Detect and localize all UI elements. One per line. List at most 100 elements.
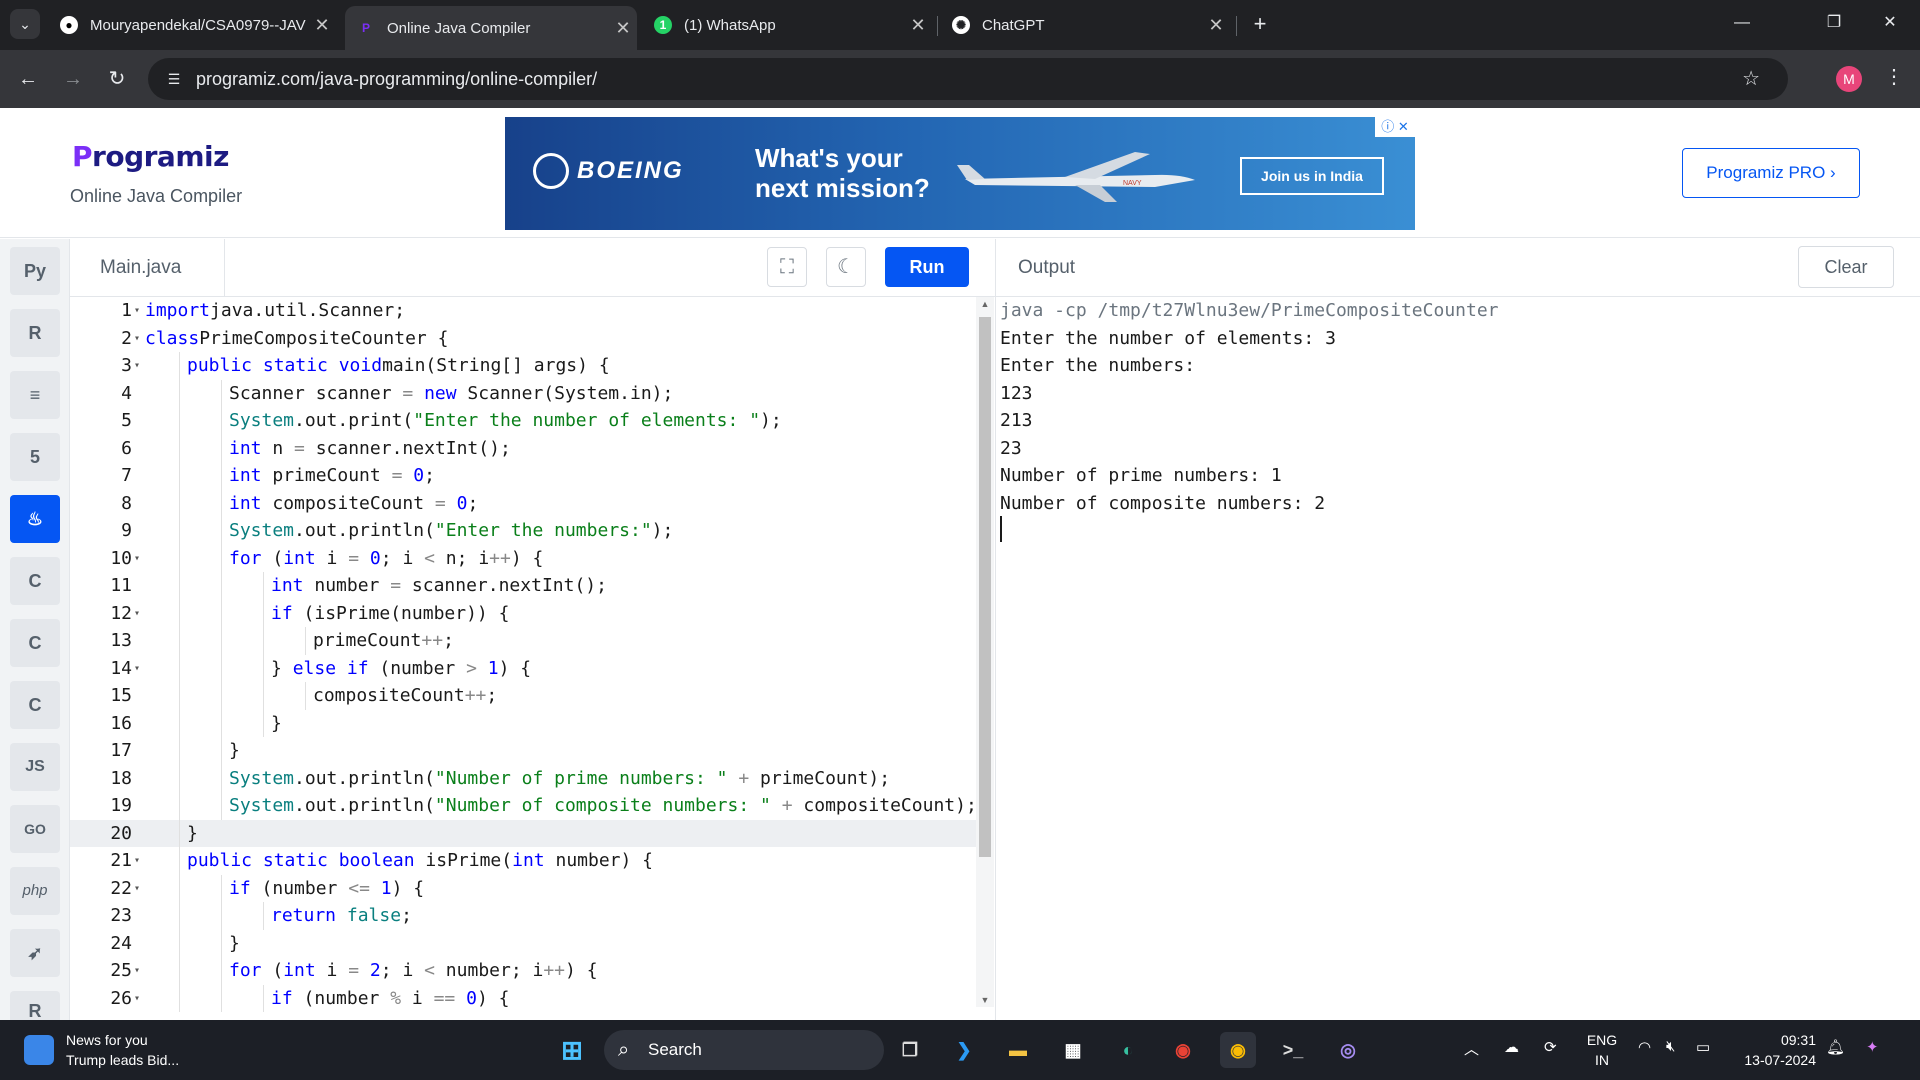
fullscreen-icon[interactable]: ⛶: [767, 247, 807, 287]
scroll-up-arrow-icon[interactable]: ▲: [979, 299, 991, 309]
code-line[interactable]: 26 ▾ if (number % i == 0) {: [70, 984, 976, 1013]
moon-icon[interactable]: ☾: [826, 247, 866, 287]
programiz-logo[interactable]: Programiz: [72, 140, 229, 173]
fold-arrow-icon[interactable]: ▾: [134, 847, 146, 875]
browser-menu-kebab-icon[interactable]: ⋮: [1884, 64, 1904, 89]
restore-icon[interactable]: ❐: [1814, 8, 1854, 38]
terminal-icon[interactable]: >_: [1275, 1032, 1311, 1068]
file-explorer-icon[interactable]: ▬: [1000, 1032, 1036, 1068]
code-line[interactable]: 25 ▾ for (int i = 2; i < number; i++) {: [70, 957, 976, 985]
notification-bell-icon[interactable]: 🔔︎: [1826, 1038, 1845, 1056]
sync-icon[interactable]: ⟳: [1544, 1038, 1557, 1056]
tray-chevron-up-icon[interactable]: ︿: [1464, 1038, 1479, 1059]
close-tab-icon[interactable]: ✕: [904, 15, 932, 36]
forward-arrow-icon[interactable]: →: [58, 64, 88, 94]
file-tab-main-java[interactable]: Main.java: [70, 239, 225, 297]
task-view-icon[interactable]: ❐: [892, 1032, 928, 1068]
rust-icon[interactable]: R: [10, 991, 60, 1021]
programiz-pro-button[interactable]: Programiz PRO ›: [1682, 148, 1860, 198]
code-line[interactable]: 9 System.out.println("Enter the numbers:"…: [70, 517, 976, 545]
c-icon[interactable]: C: [10, 557, 60, 605]
run-button[interactable]: Run: [885, 247, 969, 287]
fold-arrow-icon[interactable]: ▾: [134, 655, 146, 683]
r-icon[interactable]: R: [10, 309, 60, 357]
scroll-down-arrow-icon[interactable]: ▼: [979, 995, 991, 1005]
battery-icon[interactable]: ▭: [1696, 1038, 1710, 1056]
pane-divider[interactable]: [995, 239, 996, 1020]
fold-arrow-icon[interactable]: ▾: [134, 957, 146, 985]
go-icon[interactable]: GO: [10, 805, 60, 853]
code-line[interactable]: 11 int number = scanner.nextInt();: [70, 572, 976, 600]
code-line[interactable]: 23 return false;: [70, 902, 976, 930]
onedrive-icon[interactable]: ☁: [1504, 1038, 1519, 1056]
fold-arrow-icon[interactable]: ▾: [134, 352, 146, 380]
php-icon[interactable]: php: [10, 867, 60, 915]
code-line[interactable]: 24}: [70, 929, 976, 957]
windows-start-icon[interactable]: ⊞: [554, 1032, 590, 1068]
language-indicator[interactable]: ENG IN: [1584, 1030, 1620, 1070]
code-line[interactable]: 3 ▾ public static voidmain(String[] args) …: [70, 352, 976, 380]
java-icon[interactable]: ♨: [10, 495, 60, 543]
new-tab-plus-icon[interactable]: +: [1245, 10, 1275, 40]
speaker-muted-icon[interactable]: 🔇︎: [1666, 1038, 1675, 1055]
output-console[interactable]: java -cp /tmp/t27Wlnu3ew/PrimeCompositeC…: [1000, 297, 1910, 1017]
bookmark-star-icon[interactable]: ☆: [1742, 66, 1760, 91]
code-line[interactable]: 8 int compositeCount = 0;: [70, 489, 976, 517]
fold-arrow-icon[interactable]: ▾: [134, 875, 146, 903]
code-editor[interactable]: 1 ▾ importjava.util.Scanner; 2 ▾ classPrimeCo…: [70, 297, 976, 1020]
fold-arrow-icon[interactable]: ▾: [134, 545, 146, 573]
back-arrow-icon[interactable]: ←: [13, 64, 43, 94]
cpp-icon[interactable]: C: [10, 619, 60, 667]
boeing-ad-banner[interactable]: BOEING What's your next mission? NAVY Jo…: [505, 117, 1415, 230]
scrollbar-thumb[interactable]: [979, 317, 991, 857]
chrome-profile-icon[interactable]: ◉: [1220, 1032, 1256, 1068]
tab-whatsapp[interactable]: 1 (1) WhatsApp ✕: [642, 6, 932, 44]
close-tab-icon[interactable]: ✕: [308, 15, 336, 36]
adchoices-icon[interactable]: ⓘ ✕: [1375, 117, 1415, 137]
fold-arrow-icon[interactable]: ▾: [134, 600, 146, 628]
edge-icon[interactable]: ◐: [1110, 1032, 1146, 1068]
code-line[interactable]: 12 ▾ if (isPrime(number)) {: [70, 599, 976, 628]
site-info-icon[interactable]: ☰: [164, 69, 184, 89]
taskbar-search[interactable]: ⌕ Search: [604, 1030, 884, 1070]
javascript-icon[interactable]: JS: [10, 743, 60, 791]
close-tab-icon[interactable]: ✕: [609, 18, 637, 39]
code-line[interactable]: 18 System.out.println("Number of prime nu…: [70, 764, 976, 792]
tab-online-java-compiler[interactable]: P Online Java Compiler ✕: [345, 6, 637, 50]
ms-store-icon[interactable]: ▦: [1055, 1032, 1091, 1068]
tab-chatgpt[interactable]: ✺ ChatGPT ✕: [940, 6, 1230, 44]
code-line[interactable]: 14 ▾} else if (number > 1) {: [70, 654, 976, 683]
sql-database-icon[interactable]: ≡: [10, 371, 60, 419]
close-tab-icon[interactable]: ✕: [1202, 15, 1230, 36]
vscode-icon[interactable]: ❯: [946, 1032, 982, 1068]
code-line[interactable]: 17}: [70, 737, 976, 765]
ad-cta-button[interactable]: Join us in India: [1240, 157, 1384, 195]
swift-icon[interactable]: ➶: [10, 929, 60, 977]
chrome-icon[interactable]: ◉: [1165, 1032, 1201, 1068]
fold-arrow-icon[interactable]: ▾: [134, 985, 146, 1013]
tab-search-chevron-icon[interactable]: ⌄: [10, 9, 40, 39]
html5-icon[interactable]: 5: [10, 433, 60, 481]
csharp-icon[interactable]: C: [10, 681, 60, 729]
wifi-icon[interactable]: ◠: [1638, 1038, 1651, 1056]
minimize-icon[interactable]: —: [1722, 8, 1762, 38]
code-line[interactable]: 16}: [70, 709, 976, 737]
copilot-icon[interactable]: ✦: [1866, 1038, 1879, 1056]
code-line[interactable]: 7 int primeCount = 0;: [70, 462, 976, 490]
code-line[interactable]: 20}: [70, 819, 976, 847]
eclipse-icon[interactable]: ◎: [1330, 1032, 1366, 1068]
profile-avatar[interactable]: M: [1836, 66, 1862, 92]
python-icon[interactable]: Py: [10, 247, 60, 295]
window-close-icon[interactable]: ✕: [1870, 8, 1910, 38]
system-clock[interactable]: 09:31 13-07-2024: [1736, 1030, 1816, 1070]
code-line[interactable]: 5 System.out.print("Enter the number of e…: [70, 407, 976, 435]
news-widget[interactable]: News for you Trump leads Bid...: [24, 1030, 179, 1070]
code-line[interactable]: 21 ▾ public static boolean isPrime(int num…: [70, 847, 976, 875]
code-line[interactable]: 1 ▾ importjava.util.Scanner;: [70, 297, 976, 325]
editor-scrollbar[interactable]: ▲ ▼: [976, 297, 994, 1007]
code-line[interactable]: 13 primeCount++;: [70, 627, 976, 655]
code-line[interactable]: 6 int n = scanner.nextInt();: [70, 434, 976, 462]
code-line[interactable]: 4 Scanner scanner = new Scanner(System.in…: [70, 379, 976, 407]
tab-github[interactable]: ● Mouryapendekal/CSA0979--JAV ✕: [48, 6, 336, 44]
reload-icon[interactable]: ↻: [102, 64, 132, 94]
